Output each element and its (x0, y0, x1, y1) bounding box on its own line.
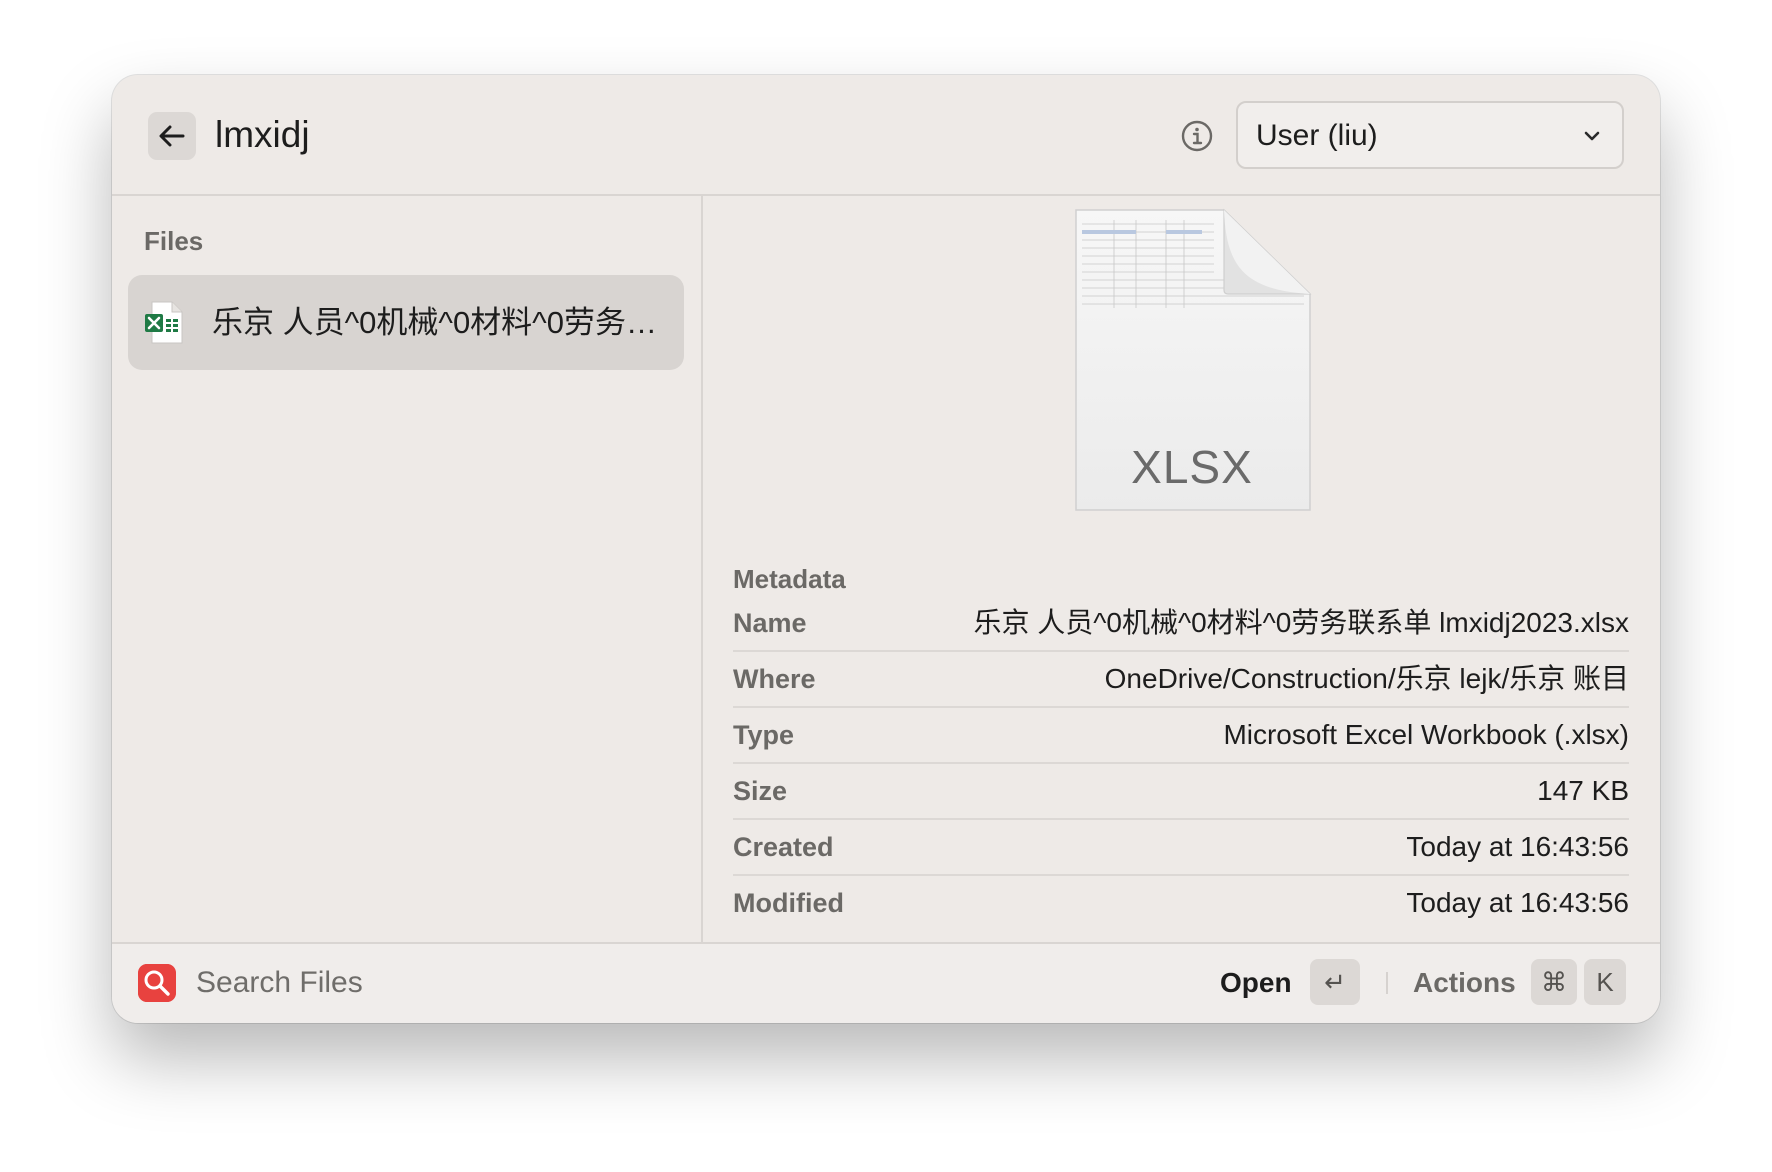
search-icon (138, 964, 176, 1002)
metadata-key: Name (733, 608, 807, 638)
metadata-key: Modified (733, 888, 844, 918)
search-files-input[interactable]: Search Files (196, 944, 363, 1021)
file-list-panel: Files 乐京 人员^0机械^0材料^0劳务联系单 lmxidj2023.xl… (112, 196, 703, 944)
user-select-dropdown[interactable]: User (liu) (1236, 101, 1624, 169)
dropdown-value: User (liu) (1256, 119, 1378, 152)
command-key-hint: ⌘ (1531, 959, 1577, 1005)
metadata-key: Created (733, 832, 834, 862)
excel-file-icon (145, 301, 183, 344)
metadata-row-where: Where OneDrive/Construction/乐京 lejk/乐京 账… (733, 652, 1629, 708)
metadata-row-name: Name 乐京 人员^0机械^0材料^0劳务联系单 lmxidj2023.xls… (733, 596, 1629, 652)
file-list-item[interactable]: 乐京 人员^0机械^0材料^0劳务联系单 lmxidj2023.xlsx (128, 275, 684, 370)
extension-window: lmxidj User (liu) Files 乐京 人员^0机械^0材料^0劳… (112, 75, 1660, 1023)
arrow-left-icon (159, 125, 185, 147)
back-button[interactable] (148, 112, 196, 160)
thumbnail-extension-label: XLSX (1131, 441, 1253, 493)
metadata-value: Today at 16:43:56 (1406, 831, 1629, 862)
header-bar: lmxidj User (liu) (112, 75, 1660, 196)
open-action-button[interactable]: Open (1220, 944, 1292, 1021)
k-key-hint: K (1584, 959, 1626, 1005)
metadata-value: Today at 16:43:56 (1406, 887, 1629, 918)
metadata-key: Type (733, 720, 795, 750)
return-key-hint: ↵ (1310, 959, 1360, 1005)
file-list-item-label: 乐京 人员^0机械^0材料^0劳务联系单 lmxidj2023.xlsx (212, 305, 662, 340)
page-title: lmxidj (215, 114, 310, 155)
preview-panel: XLSX Metadata Name 乐京 人员^0机械^0材料^0劳务联系单 … (703, 196, 1660, 944)
metadata-value: Microsoft Excel Workbook (.xlsx) (1223, 719, 1629, 750)
metadata-key: Where (733, 664, 816, 694)
metadata-row-type: Type Microsoft Excel Workbook (.xlsx) (733, 708, 1629, 764)
footer-bar: Search Files Open ↵ Actions ⌘ K (112, 942, 1660, 1023)
metadata-row-created: Created Today at 16:43:56 (733, 820, 1629, 876)
metadata-key: Size (733, 776, 788, 806)
metadata-row-size: Size 147 KB (733, 764, 1629, 820)
info-icon[interactable] (1180, 119, 1214, 153)
chevron-down-icon (1584, 131, 1600, 141)
section-label-files: Files (144, 226, 204, 256)
metadata-value: 乐京 人员^0机械^0材料^0劳务联系单 lmxidj2023.xlsx (973, 607, 1629, 638)
metadata-heading: Metadata (733, 564, 846, 594)
metadata-row-modified: Modified Today at 16:43:56 (733, 876, 1629, 932)
actions-button[interactable]: Actions (1413, 944, 1516, 1021)
metadata-value: 147 KB (1537, 775, 1629, 806)
metadata-value: OneDrive/Construction/乐京 lejk/乐京 账目 (1104, 663, 1629, 694)
footer-divider (1386, 972, 1388, 994)
